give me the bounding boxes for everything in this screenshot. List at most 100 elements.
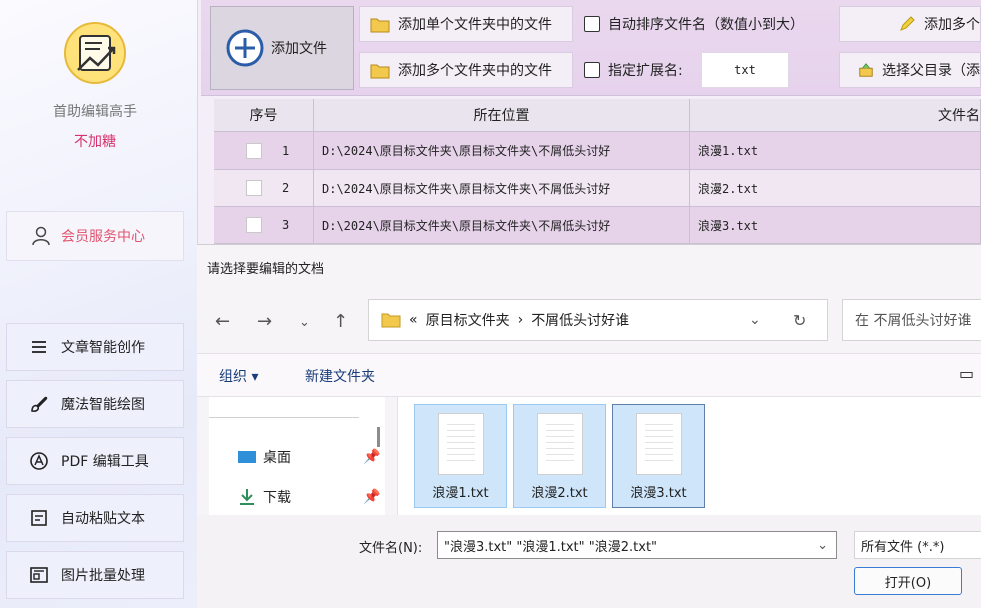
address-bar[interactable]: « 原目标文件夹 › 不屑低头讨好谁 ⌄ ↻ bbox=[368, 299, 828, 341]
add-single-folder-button[interactable]: 添加单个文件夹中的文件 bbox=[359, 6, 573, 42]
app-subtitle: 不加糖 bbox=[74, 134, 116, 150]
path-prefix: « bbox=[409, 312, 418, 328]
pin-icon[interactable]: 📌 bbox=[363, 449, 380, 465]
add-multi-folder-button[interactable]: 添加多个文件夹中的文件 bbox=[359, 52, 573, 88]
nav-item-downloads[interactable]: 下载 📌 bbox=[237, 487, 380, 507]
filename-label: 文件名(N): bbox=[359, 541, 423, 556]
pdf-icon bbox=[30, 452, 48, 470]
menu-label: 图片批量处理 bbox=[61, 568, 145, 584]
command-bar: 组织 ▾ 新建文件夹 ▭ bbox=[197, 353, 981, 397]
header-no: 序号 bbox=[214, 99, 314, 132]
auto-sort-toggle[interactable]: 自动排序文件名（数值小到大） bbox=[573, 6, 825, 42]
pencil-icon bbox=[900, 16, 915, 31]
open-button[interactable]: 打开(O) bbox=[854, 567, 962, 595]
member-center-label: 会员服务中心 bbox=[61, 229, 145, 245]
desktop-icon bbox=[238, 451, 256, 463]
ext-toggle[interactable]: 指定扩展名: bbox=[573, 52, 697, 88]
row-location: D:\2024\原目标文件夹\原目标文件夹\不屑低头讨好 bbox=[314, 132, 690, 170]
table-header-row: 序号 所在位置 文件名 bbox=[214, 99, 981, 132]
add-multi-right-label: 添加多个 bbox=[924, 17, 980, 33]
row-checkbox[interactable] bbox=[246, 217, 262, 233]
text-file-icon bbox=[438, 413, 484, 475]
file-name: 浪漫1.txt bbox=[432, 486, 489, 501]
file-item[interactable]: 浪漫3.txt bbox=[612, 404, 705, 508]
menu-magic-drawing[interactable]: 魔法智能绘图 bbox=[6, 380, 184, 428]
box-arrow-icon bbox=[859, 63, 873, 77]
menu-lines-icon bbox=[32, 341, 46, 353]
file-item[interactable]: 浪漫2.txt bbox=[513, 404, 606, 508]
folder-icon bbox=[370, 18, 390, 33]
row-location: D:\2024\原目标文件夹\原目标文件夹\不屑低头讨好 bbox=[314, 207, 690, 244]
menu-label: 自动粘贴文本 bbox=[61, 511, 145, 527]
row-location: D:\2024\原目标文件夹\原目标文件夹\不屑低头讨好 bbox=[314, 170, 690, 207]
pin-icon[interactable]: 📌 bbox=[363, 489, 380, 505]
menu-label: PDF 编辑工具 bbox=[61, 454, 149, 470]
dialog-footer: 文件名(N): "浪漫3.txt" "浪漫1.txt" "浪漫2.txt" ⌄ … bbox=[197, 515, 981, 608]
row-checkbox[interactable] bbox=[246, 180, 262, 196]
dialog-title: 请选择要编辑的文档 bbox=[207, 262, 325, 277]
member-center-button[interactable]: 会员服务中心 bbox=[6, 211, 184, 261]
back-arrow-icon[interactable]: ← bbox=[215, 311, 230, 332]
breadcrumb-parent[interactable]: 原目标文件夹 bbox=[426, 310, 510, 330]
select-parent-label: 选择父目录（添 bbox=[882, 63, 980, 79]
up-arrow-icon[interactable]: ↑ bbox=[333, 311, 348, 332]
new-folder-button[interactable]: 新建文件夹 bbox=[305, 366, 375, 386]
nav-scrollbar[interactable] bbox=[377, 427, 380, 447]
table-row[interactable]: 2 D:\2024\原目标文件夹\原目标文件夹\不屑低头讨好 浪漫2.txt bbox=[214, 170, 981, 207]
row-filename: 浪漫3.txt bbox=[690, 207, 981, 244]
select-parent-button[interactable]: 选择父目录（添 bbox=[839, 52, 981, 88]
text-file-icon bbox=[537, 413, 583, 475]
extension-input[interactable]: txt bbox=[701, 52, 789, 88]
table-row[interactable]: 3 D:\2024\原目标文件夹\原目标文件夹\不屑低头讨好 浪漫3.txt bbox=[214, 207, 981, 244]
open-file-dialog: 请选择要编辑的文档 ← → ⌄ ↑ « 原目标文件夹 › 不屑低头讨好谁 ⌄ ↻… bbox=[197, 244, 981, 608]
refresh-icon[interactable]: ↻ bbox=[793, 311, 806, 330]
breadcrumb-current[interactable]: 不屑低头讨好谁 bbox=[531, 310, 629, 330]
table-row[interactable]: 1 D:\2024\原目标文件夹\原目标文件夹\不屑低头讨好 浪漫1.txt bbox=[214, 132, 981, 170]
row-checkbox[interactable] bbox=[246, 142, 262, 159]
nav-item-desktop[interactable]: 桌面 📌 bbox=[237, 447, 380, 467]
plus-circle-icon bbox=[226, 29, 264, 67]
add-single-folder-label: 添加单个文件夹中的文件 bbox=[398, 17, 552, 33]
filetype-select[interactable]: 所有文件 (*.*) bbox=[854, 531, 981, 559]
organize-button[interactable]: 组织 ▾ bbox=[219, 366, 258, 386]
add-multi-right-button[interactable]: 添加多个 bbox=[839, 6, 981, 42]
menu-label: 魔法智能绘图 bbox=[61, 397, 145, 413]
sidebar: 首助编辑高手 不加糖 会员服务中心 文章智能创作 魔法智能绘图 PDF 编辑工具 bbox=[0, 0, 198, 608]
add-multi-folder-label: 添加多个文件夹中的文件 bbox=[398, 63, 552, 79]
menu-image-batch[interactable]: 图片批量处理 bbox=[6, 551, 184, 599]
forward-arrow-icon[interactable]: → bbox=[257, 311, 272, 332]
menu-pdf-tool[interactable]: PDF 编辑工具 bbox=[6, 437, 184, 485]
auto-sort-checkbox[interactable] bbox=[584, 16, 600, 32]
folder-icon bbox=[381, 313, 401, 328]
file-name: 浪漫2.txt bbox=[531, 486, 588, 501]
ext-checkbox[interactable] bbox=[584, 62, 600, 78]
brush-icon bbox=[31, 396, 48, 412]
filename-input[interactable]: "浪漫3.txt" "浪漫1.txt" "浪漫2.txt" ⌄ bbox=[437, 531, 837, 559]
view-toggle-icon[interactable]: ▭ bbox=[959, 364, 974, 383]
row-filename: 浪漫1.txt bbox=[690, 132, 981, 170]
file-list-area: 浪漫1.txt 浪漫2.txt 浪漫3.txt bbox=[397, 397, 981, 515]
folder-icon bbox=[370, 64, 390, 79]
row-filename: 浪漫2.txt bbox=[690, 170, 981, 207]
recent-chevron-icon[interactable]: ⌄ bbox=[299, 315, 310, 330]
file-item[interactable]: 浪漫1.txt bbox=[414, 404, 507, 508]
menu-label: 文章智能创作 bbox=[61, 340, 145, 356]
navigation-pane: 桌面 📌 下载 📌 bbox=[209, 397, 385, 515]
toolbar: 添加文件 添加单个文件夹中的文件 添加多个文件夹中的文件 自动排序文件名（数值小… bbox=[201, 0, 981, 96]
text-file-icon bbox=[636, 413, 682, 475]
breadcrumb-separator-icon: › bbox=[517, 312, 524, 328]
user-icon bbox=[32, 226, 50, 246]
app-logo bbox=[64, 22, 126, 84]
row-number: 1 bbox=[282, 143, 290, 158]
menu-auto-paste[interactable]: 自动粘贴文本 bbox=[6, 494, 184, 542]
ext-label: 指定扩展名: bbox=[608, 63, 683, 79]
download-icon bbox=[240, 489, 254, 505]
menu-article-creation[interactable]: 文章智能创作 bbox=[6, 323, 184, 371]
address-dropdown-icon[interactable]: ⌄ bbox=[749, 312, 761, 328]
chevron-down-icon[interactable]: ⌄ bbox=[817, 538, 828, 553]
search-input[interactable]: 在 不屑低头讨好谁 bbox=[842, 299, 981, 341]
add-file-button[interactable]: 添加文件 bbox=[210, 6, 354, 90]
image-icon bbox=[30, 567, 48, 583]
header-filename: 文件名 bbox=[690, 99, 981, 132]
app-name: 首助编辑高手 bbox=[53, 104, 137, 120]
